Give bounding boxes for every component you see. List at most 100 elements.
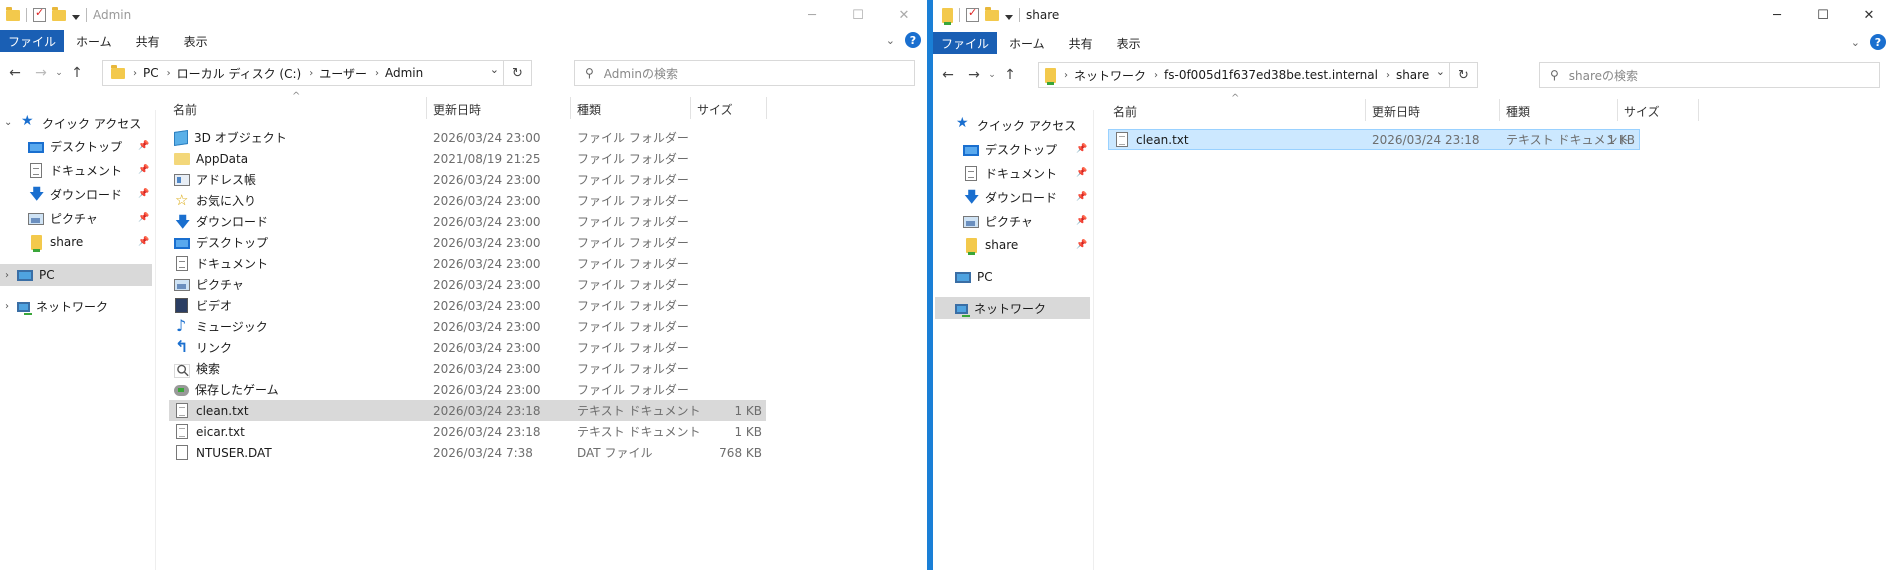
pane-divider[interactable]	[1093, 110, 1094, 570]
address-dropdown-icon[interactable]: ⌄	[1436, 65, 1445, 78]
file-row[interactable]: ダウンロード 2026/03/24 23:00 ファイル フォルダー	[169, 211, 766, 237]
pin-icon[interactable]: 📌	[1076, 144, 1087, 154]
file-row[interactable]: 保存したゲーム 2026/03/24 23:00 ファイル フォルダー	[169, 379, 766, 400]
breadcrumb-separator[interactable]: ›	[309, 68, 313, 79]
breadcrumb-separator[interactable]: ›	[167, 68, 171, 79]
nav-pc[interactable]: PC	[955, 266, 1085, 288]
nav-quick-access[interactable]: クイック アクセス	[955, 114, 1085, 136]
column-type[interactable]: 種類	[577, 101, 601, 118]
back-button[interactable]: ←	[4, 65, 26, 81]
tab-view[interactable]: 表示	[1105, 32, 1153, 54]
file-row[interactable]: 3D オブジェクト 2026/03/24 23:00 ファイル フォルダー	[169, 127, 766, 148]
file-row[interactable]: お気に入り 2026/03/24 23:00 ファイル フォルダー	[169, 190, 766, 211]
column-separator[interactable]	[766, 97, 767, 119]
file-row[interactable]: ドキュメント 2026/03/24 23:00 ファイル フォルダー	[169, 253, 766, 274]
nav-documents[interactable]: ドキュメント	[963, 162, 1087, 184]
file-row[interactable]: デスクトップ 2026/03/24 23:00 ファイル フォルダー	[169, 232, 766, 253]
up-button[interactable]: ↑	[999, 67, 1021, 83]
pane-divider[interactable]	[155, 110, 156, 570]
chevron-right-icon[interactable]: ›	[5, 301, 9, 312]
file-row[interactable]: AppData 2021/08/19 21:25 ファイル フォルダー	[169, 148, 766, 169]
column-size[interactable]: サイズ	[1624, 103, 1660, 120]
file-row[interactable]: clean.txt 2026/03/24 23:18 テキスト ドキュメント 1 KB	[1108, 129, 1640, 150]
minimize-button[interactable]: ─	[1754, 0, 1800, 30]
nav-share[interactable]: share	[963, 234, 1087, 256]
address-bar[interactable]: › ネットワーク › fs-0f005d1f637ed38be.test.int…	[1038, 62, 1478, 88]
forward-button[interactable]: →	[963, 67, 985, 83]
help-icon[interactable]: ?	[1870, 34, 1886, 50]
pin-icon[interactable]: 📌	[138, 213, 149, 223]
close-button[interactable]: ✕	[881, 0, 927, 30]
pin-icon[interactable]: 📌	[138, 141, 149, 151]
column-date[interactable]: 更新日時	[1372, 103, 1420, 120]
back-button[interactable]: ←	[937, 67, 959, 83]
new-folder-icon[interactable]	[52, 6, 66, 21]
nav-downloads[interactable]: ダウンロード	[28, 183, 152, 209]
forward-button[interactable]: →	[30, 65, 52, 81]
pin-icon[interactable]: 📌	[138, 237, 149, 247]
nav-share[interactable]: share	[28, 231, 152, 253]
nav-quick-access[interactable]: クイック アクセス	[20, 112, 150, 134]
close-button[interactable]: ✕	[1846, 0, 1892, 30]
breadcrumb-admin[interactable]: Admin	[385, 66, 423, 80]
new-folder-icon[interactable]	[985, 6, 999, 21]
chevron-right-icon[interactable]: ›	[5, 270, 9, 281]
nav-network[interactable]: › ネットワーク	[0, 295, 152, 317]
pin-icon[interactable]: 📌	[1076, 192, 1087, 202]
nav-documents[interactable]: ドキュメント	[28, 159, 152, 181]
breadcrumb-pc[interactable]: PC	[143, 66, 159, 80]
tab-file[interactable]: ファイル	[933, 32, 998, 54]
pin-icon[interactable]: 📌	[138, 165, 149, 175]
breadcrumb-network[interactable]: ネットワーク	[1074, 67, 1146, 84]
file-row[interactable]: clean.txt 2026/03/24 23:18 テキスト ドキュメント 1 KB	[169, 400, 766, 421]
tab-share[interactable]: 共有	[1057, 32, 1105, 54]
pin-icon[interactable]: 📌	[1076, 240, 1087, 250]
breadcrumb-server[interactable]: fs-0f005d1f637ed38be.test.internal	[1164, 68, 1378, 82]
file-row[interactable]: 検索 2026/03/24 23:00 ファイル フォルダー	[169, 358, 766, 379]
search-box[interactable]: ⚲ Adminの検索	[574, 60, 915, 86]
breadcrumb-separator[interactable]: ›	[133, 68, 137, 79]
breadcrumb-separator[interactable]: ›	[375, 68, 379, 79]
nav-pictures[interactable]: ピクチャ	[28, 207, 152, 229]
column-date[interactable]: 更新日時	[433, 101, 481, 118]
column-separator[interactable]	[690, 97, 691, 119]
chevron-down-icon[interactable]: ⌄	[4, 117, 12, 128]
customize-toolbar-icon[interactable]	[1005, 14, 1013, 20]
column-separator[interactable]	[1698, 99, 1699, 121]
file-row[interactable]: ビデオ 2026/03/24 23:00 ファイル フォルダー	[169, 295, 766, 316]
help-icon[interactable]: ?	[905, 32, 921, 48]
tab-home[interactable]: ホーム	[997, 32, 1057, 54]
refresh-button[interactable]: ↻	[503, 61, 531, 85]
up-button[interactable]: ↑	[66, 65, 88, 81]
tab-file[interactable]: ファイル	[0, 30, 65, 52]
file-row[interactable]: eicar.txt 2026/03/24 23:18 テキスト ドキュメント 1 KB	[169, 421, 766, 442]
breadcrumb-separator[interactable]: ›	[1064, 70, 1068, 81]
minimize-button[interactable]: ─	[789, 0, 835, 30]
expand-ribbon-icon[interactable]: ⌄	[886, 34, 895, 47]
column-separator[interactable]	[1499, 99, 1500, 121]
maximize-button[interactable]: ☐	[835, 0, 881, 30]
search-box[interactable]: ⚲ shareの検索	[1539, 62, 1880, 88]
column-name[interactable]: 名前	[1113, 103, 1137, 120]
breadcrumb-share[interactable]: share	[1396, 68, 1429, 82]
address-dropdown-icon[interactable]: ⌄	[490, 63, 499, 76]
file-row[interactable]: NTUSER.DAT 2026/03/24 7:38 DAT ファイル 768 KB	[169, 442, 766, 463]
expand-ribbon-icon[interactable]: ⌄	[1851, 36, 1860, 49]
breadcrumb-local-disk[interactable]: ローカル ディスク (C:)	[177, 65, 302, 82]
nav-network[interactable]: ネットワーク	[935, 297, 1090, 319]
properties-icon[interactable]	[966, 6, 979, 22]
recent-locations-button[interactable]: ⌄	[52, 68, 66, 78]
nav-pictures[interactable]: ピクチャ	[963, 210, 1087, 232]
column-size[interactable]: サイズ	[697, 101, 733, 118]
tab-share[interactable]: 共有	[124, 30, 172, 52]
column-separator[interactable]	[426, 97, 427, 119]
nav-downloads[interactable]: ダウンロード	[963, 186, 1087, 212]
nav-pc[interactable]: › PC	[0, 264, 152, 286]
address-bar[interactable]: › PC › ローカル ディスク (C:) › ユーザー › Admin ⌄ ↻	[102, 60, 532, 86]
pin-icon[interactable]: 📌	[1076, 168, 1087, 178]
tab-home[interactable]: ホーム	[64, 30, 124, 52]
tab-view[interactable]: 表示	[172, 30, 220, 52]
column-type[interactable]: 種類	[1506, 103, 1530, 120]
column-separator[interactable]	[1617, 99, 1618, 121]
nav-desktop[interactable]: デスクトップ	[28, 135, 152, 157]
